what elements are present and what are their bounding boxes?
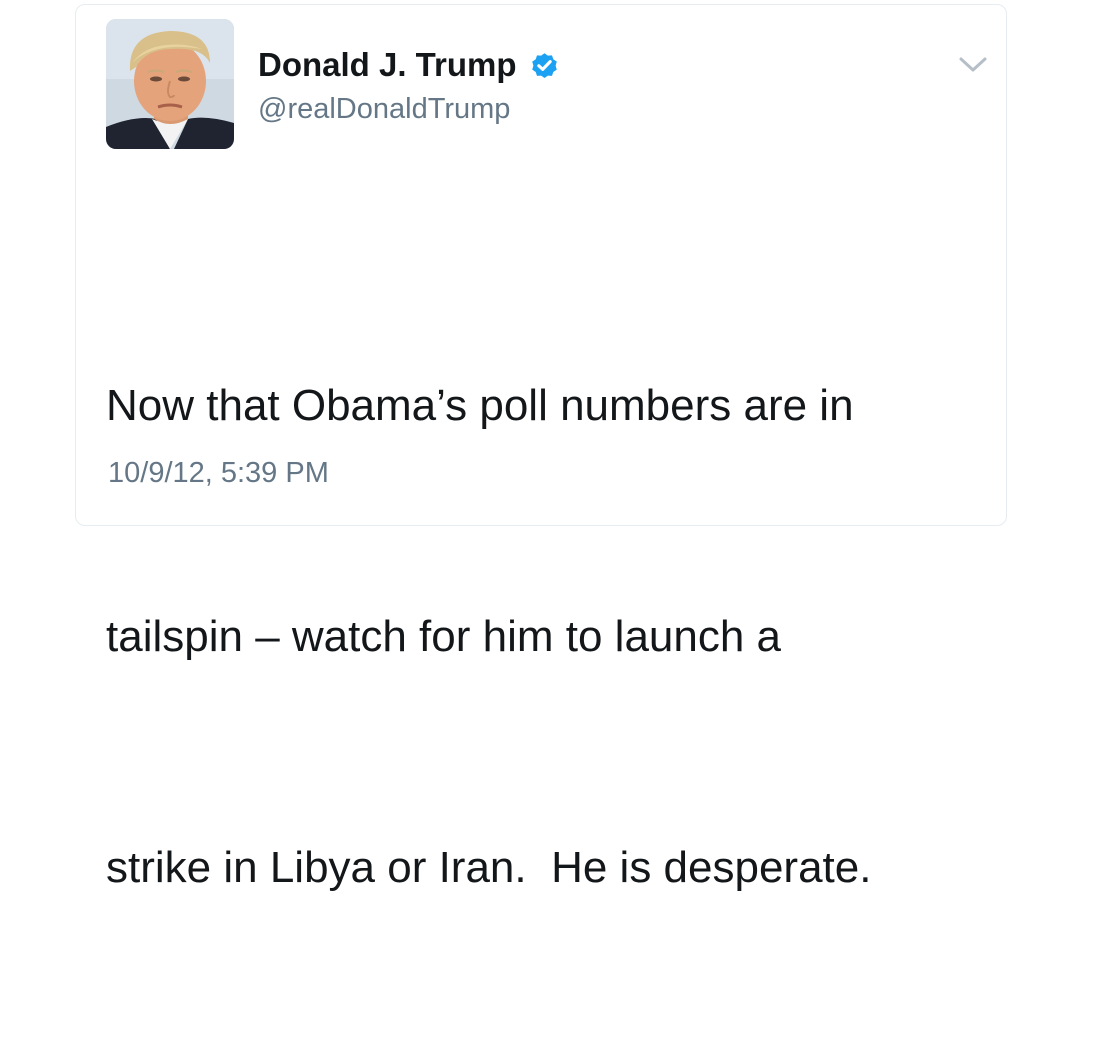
tweet-card[interactable]: Donald J. Trump @realDonaldTrump Now tha… xyxy=(75,4,1007,892)
verified-badge-icon xyxy=(529,50,560,81)
author-handle[interactable]: @realDonaldTrump xyxy=(258,91,510,127)
tweet-timestamp[interactable]: 10/9/12, 5:39 PM xyxy=(108,455,329,491)
tweet-text-line: tailspin – watch for him to launch a xyxy=(106,612,782,661)
chevron-down-icon[interactable] xyxy=(956,53,990,75)
display-name[interactable]: Donald J. Trump xyxy=(258,45,517,85)
tweet-text-line: strike in Libya or Iran. He is desperate… xyxy=(106,843,872,892)
avatar-image xyxy=(106,19,234,149)
avatar[interactable] xyxy=(106,19,234,149)
tweet-text: Now that Obama’s poll numbers are in tai… xyxy=(106,213,976,1060)
tweet-text-line: Now that Obama’s poll numbers are in xyxy=(106,381,854,430)
author-name-row[interactable]: Donald J. Trump xyxy=(258,45,560,85)
